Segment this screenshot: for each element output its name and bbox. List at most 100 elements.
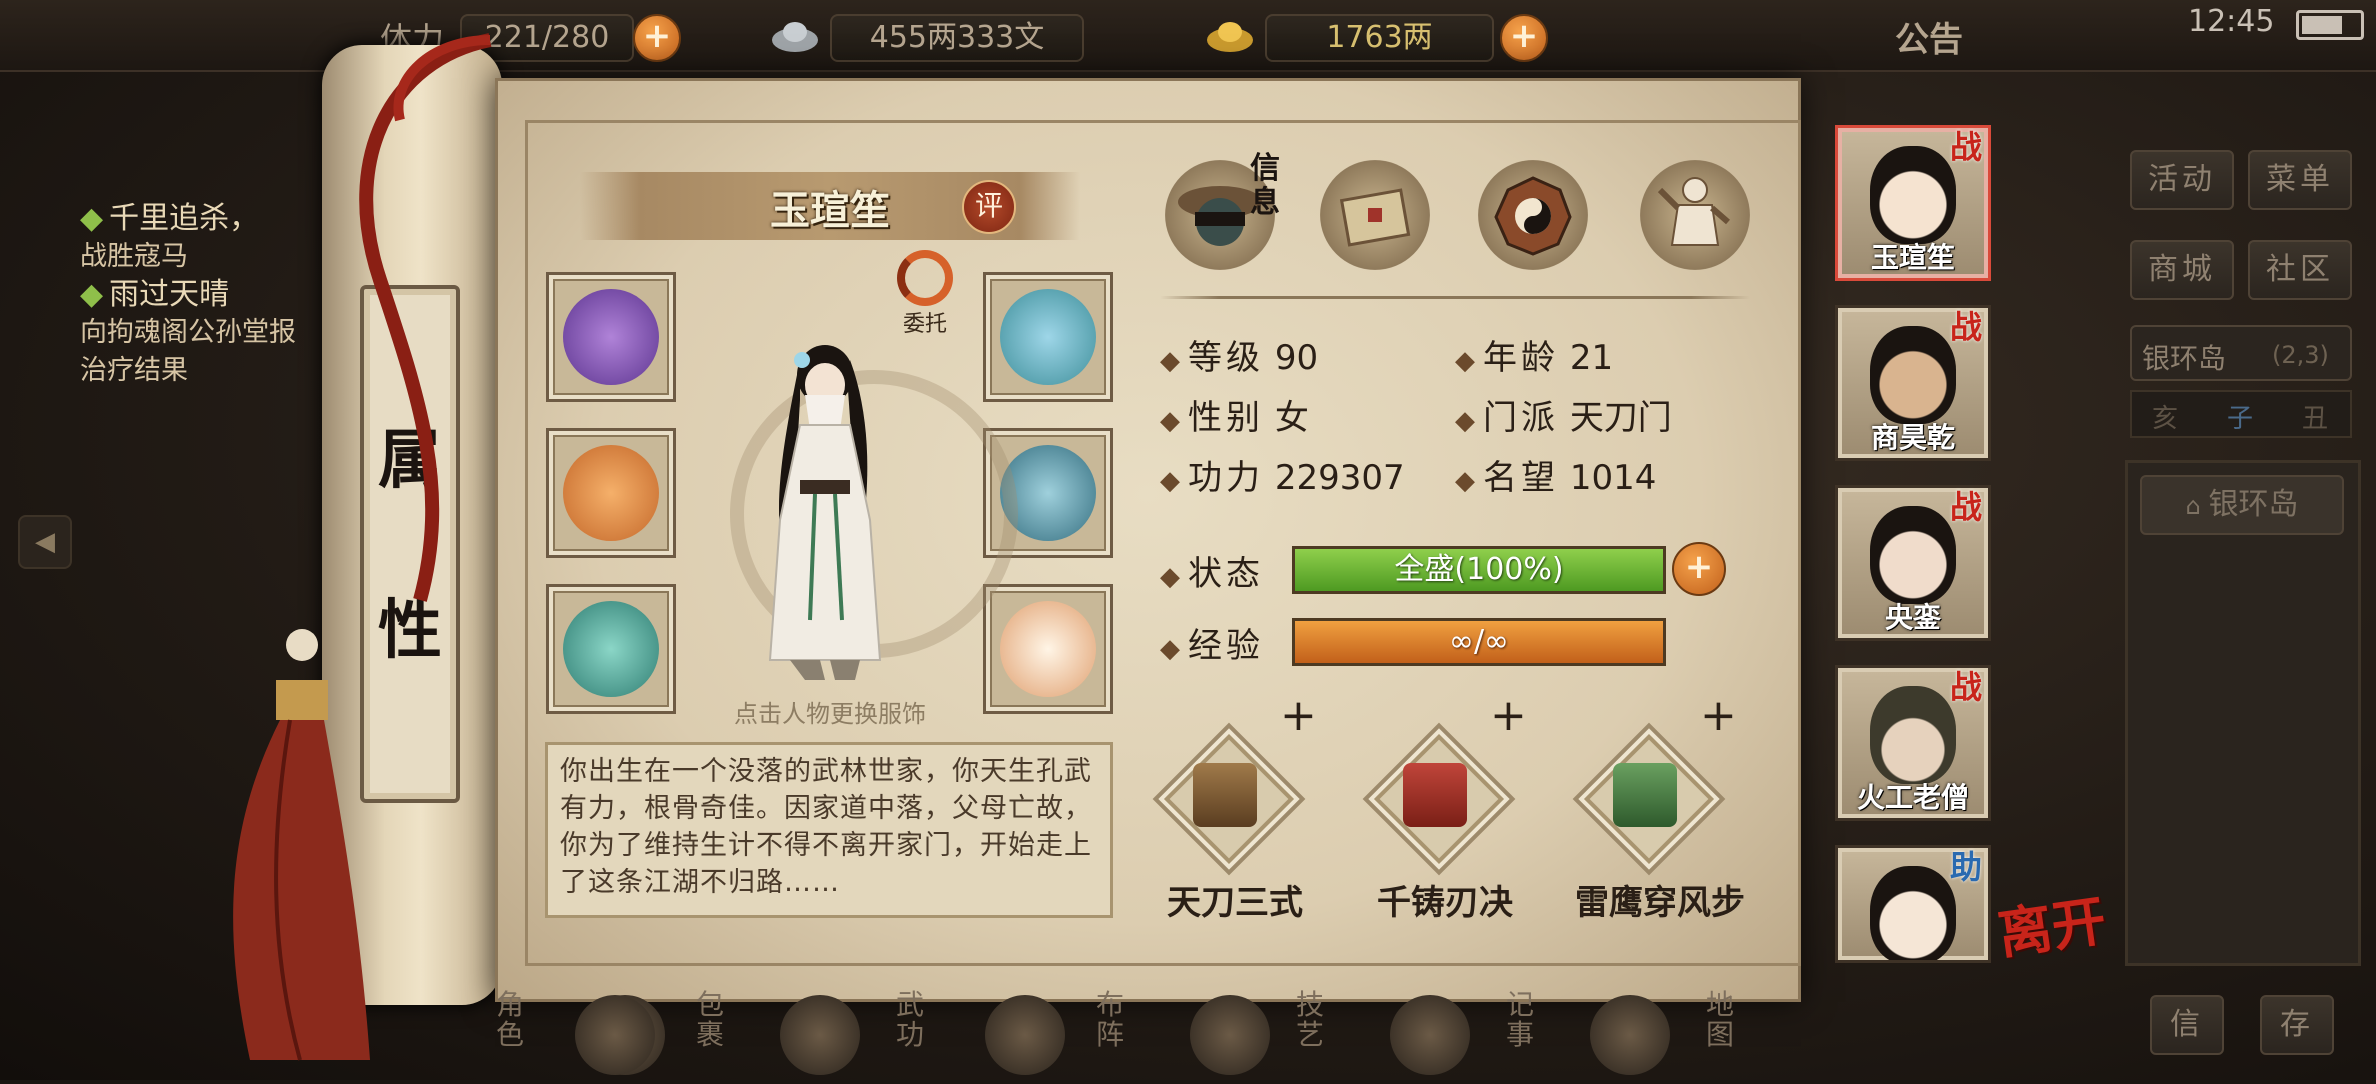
silver-amount: 455两333文 <box>830 14 1084 62</box>
tab-letter[interactable] <box>1320 160 1430 270</box>
nav-martial[interactable]: 武功 <box>890 990 930 1050</box>
stat-value: 1014 <box>1569 458 1657 498</box>
stat-value: 21 <box>1569 338 1614 378</box>
time-char: 丑 <box>2302 404 2329 434</box>
stat-level: ◆ 等级 90 <box>1160 338 1319 378</box>
minimap-panel: ⌂ 银环岛 <box>2125 460 2361 966</box>
restore-status-button[interactable]: + <box>1672 542 1726 596</box>
character-bio: 你出生在一个没落的武林世家，你天生孔武有力，根骨奇佳。因家道中落，父母亡故，你为… <box>545 742 1113 918</box>
skill-slot[interactable] <box>1572 722 1726 876</box>
nav-character[interactable]: 角色 <box>490 990 530 1050</box>
community-button[interactable]: 社区 <box>2248 240 2352 300</box>
avatar <box>1870 326 1956 424</box>
status-bar: 全盛(100%) <box>1292 546 1666 594</box>
skill-slot[interactable] <box>1362 722 1516 876</box>
shop-button[interactable]: 商城 <box>2130 240 2234 300</box>
stat-label: 经验 <box>1188 626 1264 666</box>
skill-upgrade-button[interactable]: + <box>1700 690 1737 741</box>
menu-button[interactable]: 菜单 <box>2248 150 2352 210</box>
stat-value: 天刀门 <box>1569 398 1672 438</box>
headband-icon <box>1000 289 1096 385</box>
tab-bagua[interactable] <box>1478 160 1588 270</box>
save-button[interactable]: 存 <box>2260 995 2334 1055</box>
stat-sect: ◆ 门派 天刀门 <box>1455 398 1672 438</box>
location-panel: 银环岛 (2,3) <box>2130 325 2352 381</box>
tab-meridian[interactable] <box>1640 160 1750 270</box>
exp-bar: ∞/∞ <box>1292 618 1666 666</box>
leave-button[interactable]: 离开 <box>1994 888 2111 966</box>
meridian-icon <box>1657 177 1730 246</box>
location-coords: (2,3) <box>2272 341 2329 369</box>
blade-icon <box>563 445 659 541</box>
party-member-name: 商昊乾 <box>1870 421 1955 454</box>
nav-journal[interactable]: 记事 <box>1500 990 1540 1050</box>
equip-slot-headband[interactable] <box>983 272 1113 402</box>
skill-name: 千铸刃决 <box>1377 883 1513 923</box>
party-member-name: 央銮 <box>1884 601 1941 634</box>
amulet-icon <box>1000 601 1096 697</box>
change-outfit-hint: 点击人物更换服饰 <box>734 700 926 728</box>
stat-value: 90 <box>1274 338 1319 378</box>
location-name: 银环岛 <box>2142 342 2227 375</box>
gold-amount: 1763两 <box>1265 14 1494 62</box>
battle-badge: 战 <box>1950 668 1983 706</box>
notice-button[interactable]: 公告 <box>1895 12 1963 61</box>
scroll-icon <box>1403 763 1467 827</box>
battery-icon <box>2296 10 2364 40</box>
character-figure[interactable] <box>730 330 920 690</box>
party-member-name: 火工老僧 <box>1856 781 1969 814</box>
time-of-day-bar: 亥 子 丑 <box>2130 390 2352 438</box>
skill-slot[interactable] <box>1152 722 1306 876</box>
nav-formation-icon[interactable] <box>985 995 1065 1075</box>
go-to-location-button[interactable]: ⌂ 银环岛 <box>2140 475 2344 535</box>
stat-value: 女 <box>1274 398 1309 438</box>
entrust-label: 委托 <box>902 312 947 337</box>
entrust-button[interactable]: 委托 <box>890 250 960 340</box>
collapse-arrow-icon[interactable]: ◀ <box>18 515 72 569</box>
nav-map[interactable]: 地图 <box>1700 990 1740 1050</box>
assist-badge: 助 <box>1950 848 1983 886</box>
battle-badge: 战 <box>1950 488 1983 526</box>
gold-ingot-icon <box>1205 10 1255 56</box>
equip-slot-gloves[interactable] <box>546 272 676 402</box>
skill-upgrade-button[interactable]: + <box>1490 690 1527 741</box>
jade-scroll-icon <box>1613 763 1677 827</box>
stat-fame: ◆ 名望 1014 <box>1455 458 1657 498</box>
stat-label: 名望 <box>1483 458 1559 498</box>
stat-age: ◆ 年龄 21 <box>1455 338 1614 378</box>
battle-badge: 战 <box>1950 128 1983 166</box>
gloves-icon <box>563 289 659 385</box>
nav-skills[interactable]: 技艺 <box>1290 990 1330 1050</box>
equip-slot-amulet[interactable] <box>983 584 1113 714</box>
stat-power: ◆ 功力 229307 <box>1160 458 1405 498</box>
nav-map-icon[interactable] <box>1590 995 1670 1075</box>
avatar <box>1870 686 1956 784</box>
skill-upgrade-button[interactable]: + <box>1280 690 1317 741</box>
avatar <box>1870 146 1956 244</box>
letter-icon <box>1339 188 1411 247</box>
nav-bag[interactable]: 包裹 <box>690 990 730 1050</box>
time-char: 子 <box>2227 404 2254 434</box>
stat-label: 等级 <box>1188 338 1264 378</box>
time-char: 亥 <box>2152 404 2179 434</box>
activity-button[interactable]: 活动 <box>2130 150 2234 210</box>
equip-slot-weapon[interactable] <box>546 428 676 558</box>
nav-martial-icon[interactable] <box>780 995 860 1075</box>
nav-journal-icon[interactable] <box>1390 995 1470 1075</box>
nav-bag-icon[interactable] <box>575 995 655 1075</box>
bagua-icon <box>1494 176 1572 256</box>
equip-slot-ring[interactable] <box>546 584 676 714</box>
silver-ingot-icon <box>770 10 820 56</box>
skill-name: 雷鹰穿风步 <box>1575 883 1745 923</box>
avatar <box>1870 866 1956 960</box>
add-stamina-button[interactable]: + <box>633 14 681 62</box>
review-button[interactable]: 评 <box>962 180 1016 234</box>
tab-info-label: 信息 <box>1250 151 1280 220</box>
nav-formation[interactable]: 布阵 <box>1090 990 1130 1050</box>
stat-label: 状态 <box>1188 554 1264 594</box>
mail-button[interactable]: 信 <box>2150 995 2224 1055</box>
skill-name: 天刀三式 <box>1167 883 1303 923</box>
nav-skills-icon[interactable] <box>1190 995 1270 1075</box>
add-gold-button[interactable]: + <box>1500 14 1548 62</box>
stat-value: 229307 <box>1274 458 1405 498</box>
